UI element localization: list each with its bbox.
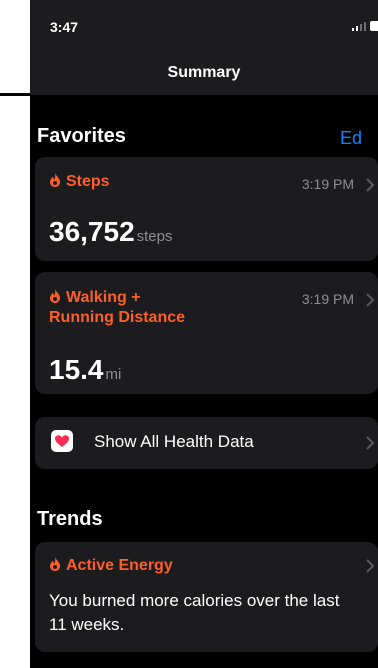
show-all-health-data-button[interactable]: Show All Health Data <box>35 417 378 469</box>
walking-running-value: 15.4 mi <box>49 354 121 386</box>
walking-running-time: 3:19 PM <box>301 291 354 307</box>
navigation-bar: 3:47 Summary <box>30 0 378 95</box>
status-time: 3:47 <box>50 19 79 35</box>
chevron-right-icon <box>366 178 375 192</box>
chevron-right-icon <box>366 436 375 450</box>
active-energy-description: You burned more calories over the last 1… <box>49 591 340 634</box>
battery-icon <box>370 21 378 31</box>
heart-icon <box>55 435 69 447</box>
steps-value: 36,752 steps <box>49 216 173 248</box>
steps-time: 3:19 PM <box>301 176 354 192</box>
walking-running-label-line1: Walking + <box>66 289 141 306</box>
chevron-right-icon <box>366 293 375 307</box>
walking-running-label: Walking + Running Distance <box>49 288 185 328</box>
steps-label-text: Steps <box>66 173 110 190</box>
flame-icon <box>50 289 60 303</box>
walking-running-number: 15.4 <box>49 354 104 385</box>
trends-heading: Trends <box>37 508 103 530</box>
phone-screen: 3:47 Summary Favorites Ed Steps 3:19 PM … <box>30 0 378 668</box>
steps-unit: steps <box>136 228 173 245</box>
signal-icon <box>352 22 366 31</box>
show-all-label: Show All Health Data <box>94 432 254 451</box>
favorites-heading: Favorites <box>37 125 126 147</box>
active-energy-label: Active Energy <box>49 556 173 576</box>
flame-icon <box>50 557 60 571</box>
steps-card[interactable]: Steps 3:19 PM 36,752 steps <box>35 157 378 261</box>
active-energy-label-text: Active Energy <box>66 557 173 574</box>
walking-running-card[interactable]: Walking + Running Distance 3:19 PM 15.4 m… <box>35 272 378 394</box>
divider <box>0 93 30 96</box>
walking-running-label-line2: Running Distance <box>49 309 186 326</box>
page-title: Summary <box>167 64 241 81</box>
health-app-icon <box>51 430 73 452</box>
chevron-right-icon <box>366 559 375 573</box>
steps-label: Steps <box>49 172 110 192</box>
steps-number: 36,752 <box>49 216 135 247</box>
active-energy-card[interactable]: Active Energy You burned more calories o… <box>35 542 378 652</box>
flame-icon <box>50 173 60 187</box>
edit-button[interactable]: Ed <box>340 128 362 149</box>
walking-running-unit: mi <box>105 366 122 383</box>
